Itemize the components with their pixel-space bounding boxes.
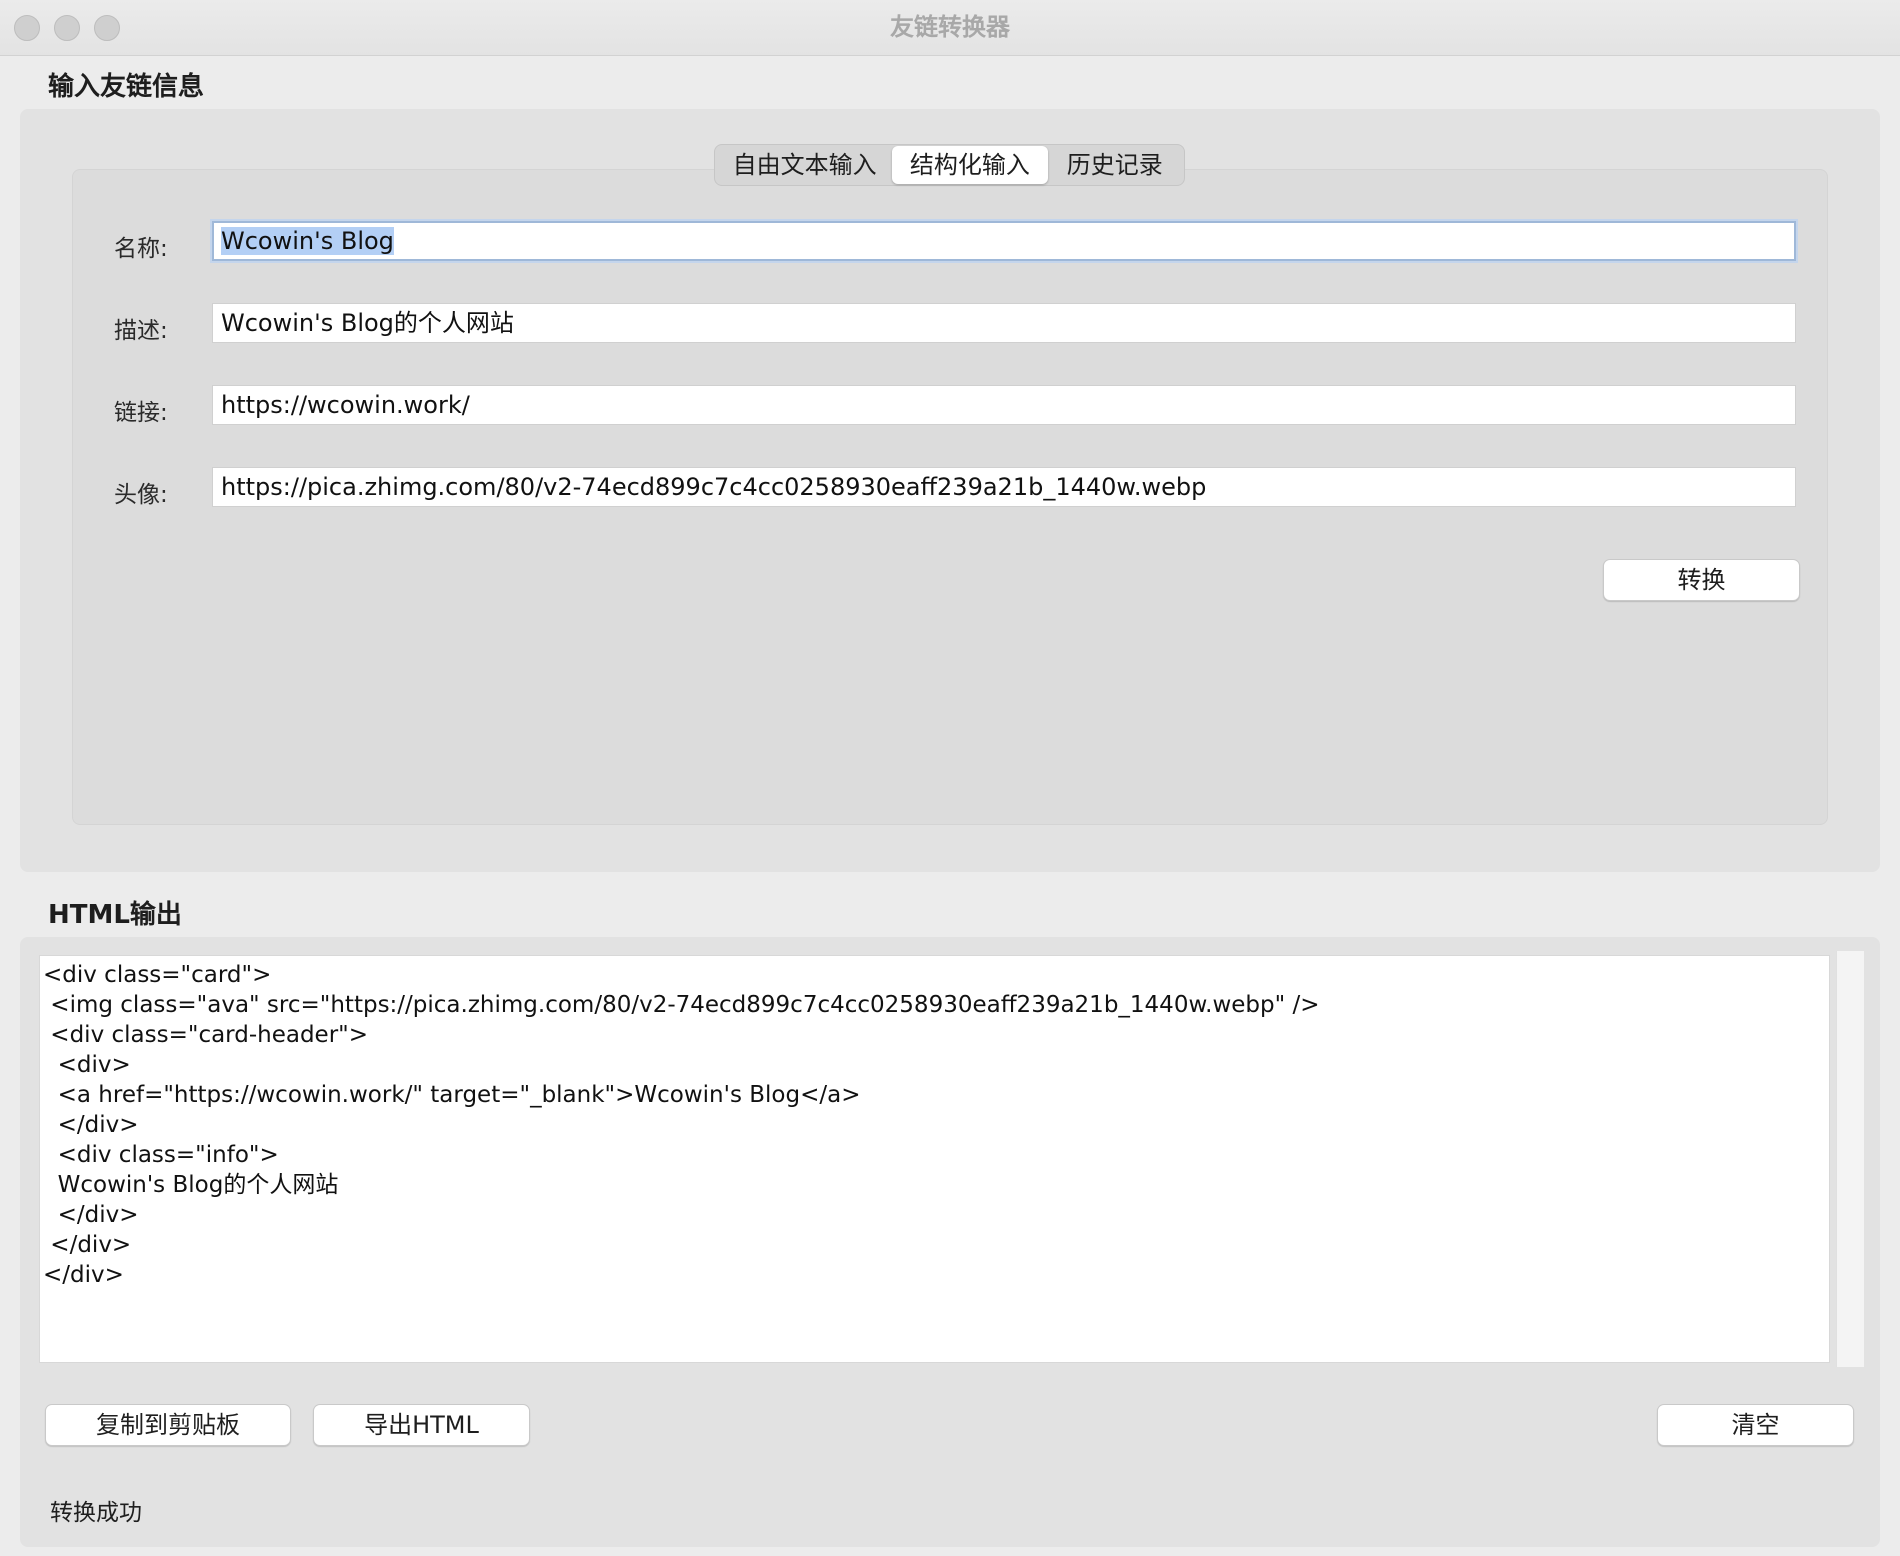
html-output-textarea[interactable]: <div class="card"> <img class="ava" src=… [39, 955, 1830, 1363]
app-window: 友链转换器 输入友链信息 自由文本输入 结构化输入 历史记录 名称: Wcowi… [0, 0, 1900, 1556]
tab-free-text[interactable]: 自由文本输入 [717, 146, 892, 184]
copy-to-clipboard-button[interactable]: 复制到剪贴板 [45, 1404, 291, 1446]
tab-history[interactable]: 历史记录 [1048, 146, 1182, 184]
link-label: 链接: [114, 400, 168, 426]
avatar-field[interactable]: https://pica.zhimg.com/80/v2-74ecd899c7c… [212, 467, 1796, 507]
clear-button[interactable]: 清空 [1657, 1404, 1854, 1446]
input-section-title: 输入友链信息 [48, 72, 205, 102]
name-field[interactable]: Wcowin's Blog [212, 221, 1796, 261]
title-bar: 友链转换器 [0, 0, 1900, 56]
name-field-value: Wcowin's Blog [221, 227, 394, 255]
export-html-button[interactable]: 导出HTML [313, 1404, 530, 1446]
output-section-title: HTML输出 [48, 900, 182, 930]
description-field[interactable]: Wcowin's Blog的个人网站 [212, 303, 1796, 343]
output-scrollbar[interactable] [1836, 951, 1864, 1367]
window-title: 友链转换器 [890, 13, 1010, 41]
avatar-label: 头像: [114, 482, 168, 508]
name-label: 名称: [114, 236, 168, 262]
tab-structured[interactable]: 结构化输入 [892, 146, 1048, 184]
description-label: 描述: [114, 318, 168, 344]
status-text: 转换成功 [50, 1500, 142, 1526]
input-mode-tabs: 自由文本输入 结构化输入 历史记录 [714, 144, 1185, 186]
link-field[interactable]: https://wcowin.work/ [212, 385, 1796, 425]
convert-button[interactable]: 转换 [1603, 559, 1800, 601]
